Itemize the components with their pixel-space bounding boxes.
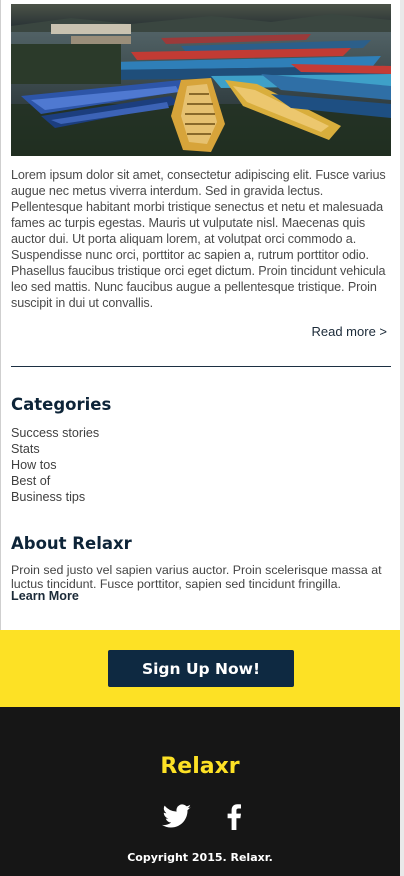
categories-list: Success stories Stats How tos Best of Bu…: [11, 425, 99, 505]
category-item-how-tos[interactable]: How tos: [11, 457, 99, 473]
twitter-bird-icon[interactable]: [162, 804, 192, 833]
footer-brand: Relaxr: [160, 754, 240, 779]
signup-band: Sign Up Now!: [0, 630, 400, 707]
section-divider: [11, 366, 391, 367]
article-body: Lorem ipsum dolor sit amet, consectetur …: [11, 168, 386, 310]
read-more-link[interactable]: Read more >: [311, 324, 387, 339]
categories-heading: Categories: [11, 395, 112, 414]
boats-photo: [11, 4, 391, 156]
scrollbar-track[interactable]: [400, 0, 404, 876]
learn-more-link[interactable]: Learn More: [11, 589, 79, 603]
category-item-best-of[interactable]: Best of: [11, 473, 99, 489]
facebook-f-icon[interactable]: [226, 804, 242, 835]
hero-image: [11, 4, 391, 156]
footer: Relaxr Copyright 2015. Relaxr.: [0, 707, 400, 876]
about-heading: About Relaxr: [11, 534, 132, 553]
category-item-stats[interactable]: Stats: [11, 441, 99, 457]
category-item-business-tips[interactable]: Business tips: [11, 489, 99, 505]
category-item-success-stories[interactable]: Success stories: [11, 425, 99, 441]
about-text: Proin sed justo vel sapien varius auctor…: [11, 563, 382, 591]
sign-up-button[interactable]: Sign Up Now!: [108, 650, 294, 687]
copyright-text: Copyright 2015. Relaxr.: [127, 851, 273, 864]
